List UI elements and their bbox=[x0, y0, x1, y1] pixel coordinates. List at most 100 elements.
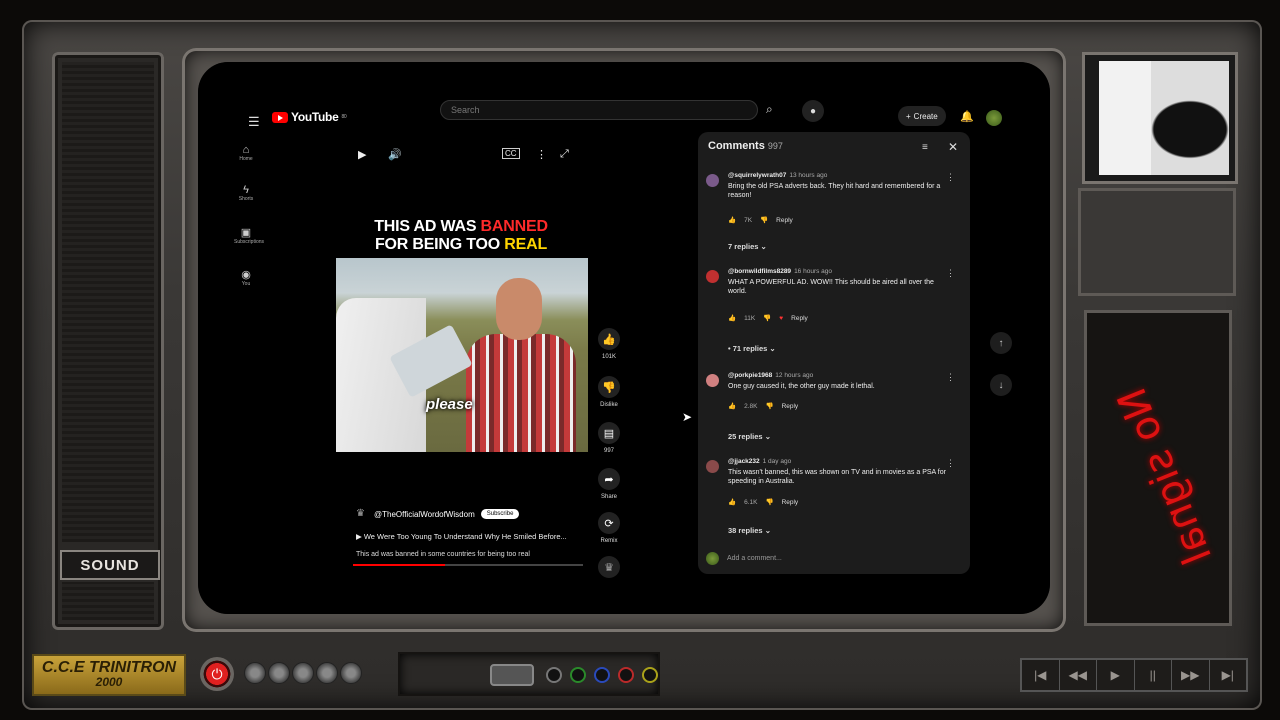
comment-icon: ▤ bbox=[598, 422, 620, 444]
side-panel-box bbox=[1078, 188, 1236, 296]
control-knob[interactable] bbox=[340, 662, 362, 684]
skip-forward-icon[interactable]: ▶| bbox=[1210, 660, 1247, 690]
video-title[interactable]: ▶ We Were Too Young To Understand Why He… bbox=[356, 532, 586, 541]
sidebar-item-you[interactable]: ◉ You bbox=[234, 268, 258, 287]
shorts-icon: ϟ bbox=[243, 184, 249, 196]
dislike-button[interactable]: 👎 Dislike bbox=[596, 376, 622, 408]
tv-control-strip: C.C.E TRINITRON 2000 ⏻ |◀ ◀◀ ▶ || ▶▶ ▶| bbox=[30, 644, 1250, 704]
channel-thumb[interactable]: ♛ bbox=[596, 556, 622, 578]
no-signal-panel: No signal bbox=[1084, 310, 1232, 626]
control-knob[interactable] bbox=[316, 662, 338, 684]
like-button[interactable]: 👍 101K bbox=[596, 328, 622, 360]
sort-icon[interactable]: ≡ bbox=[922, 142, 928, 153]
volume-icon[interactable]: 🔊 bbox=[388, 148, 402, 161]
control-knob[interactable] bbox=[244, 662, 266, 684]
chevron-down-icon: ⌄ bbox=[764, 432, 771, 441]
input-ports-panel bbox=[398, 652, 660, 696]
sidebar-item-shorts[interactable]: ϟ Shorts bbox=[234, 184, 258, 202]
brand-badge: C.C.E TRINITRON 2000 bbox=[32, 654, 186, 696]
pause-icon[interactable]: || bbox=[1135, 660, 1172, 690]
chevron-down-icon: ⌄ bbox=[764, 526, 771, 535]
like-icon[interactable]: 👍 bbox=[728, 314, 736, 322]
channel-avatar-icon[interactable]: ♛ bbox=[356, 508, 368, 520]
video-person bbox=[456, 278, 576, 452]
captions-icon[interactable]: CC bbox=[502, 148, 520, 159]
commenter-avatar[interactable] bbox=[706, 460, 719, 473]
commenter-avatar[interactable] bbox=[706, 270, 719, 283]
subscribe-button[interactable]: Subscribe bbox=[480, 509, 520, 519]
home-icon: ⌂ bbox=[242, 144, 250, 156]
next-video-button[interactable]: ↓ bbox=[990, 374, 1012, 396]
rewind-icon[interactable]: ◀◀ bbox=[1060, 660, 1097, 690]
left-speaker-panel: SOUND bbox=[52, 52, 164, 630]
play-icon[interactable]: ▶ bbox=[1097, 660, 1135, 690]
control-knob[interactable] bbox=[292, 662, 314, 684]
reply-button[interactable]: Reply bbox=[782, 499, 799, 506]
port-jack bbox=[594, 667, 610, 683]
arrow-down-icon: ↓ bbox=[998, 379, 1004, 391]
close-icon[interactable]: ✕ bbox=[948, 140, 958, 154]
dislike-icon[interactable]: 👎 bbox=[765, 498, 773, 506]
port-jack bbox=[546, 667, 562, 683]
play-icon[interactable]: ▶ bbox=[358, 148, 366, 161]
commenter-avatar[interactable] bbox=[706, 374, 719, 387]
replies-toggle[interactable]: • 71 replies ⌄ bbox=[728, 344, 776, 353]
arrow-up-icon: ↑ bbox=[998, 337, 1004, 349]
tv-screen: ☰ YouTube 80 Search ⌕ ● + Create 🔔 ⌂ Home … bbox=[198, 62, 1050, 614]
youtube-logo[interactable]: YouTube 80 bbox=[272, 110, 347, 124]
remix-button[interactable]: ⟳ Remix bbox=[596, 512, 622, 544]
replies-toggle[interactable]: 25 replies ⌄ bbox=[728, 432, 771, 441]
video-frame[interactable]: please bbox=[336, 258, 588, 452]
search-icon[interactable]: ⌕ bbox=[766, 102, 773, 117]
avatar[interactable] bbox=[986, 110, 1002, 126]
control-knob[interactable] bbox=[268, 662, 290, 684]
plus-icon: + bbox=[906, 111, 911, 121]
dislike-icon: 👎 bbox=[598, 376, 620, 398]
speaker-grille bbox=[62, 62, 154, 542]
mouse-cursor-icon: ➤ bbox=[682, 410, 693, 424]
previous-video-button[interactable]: ↑ bbox=[990, 332, 1012, 354]
like-icon[interactable]: 👍 bbox=[728, 402, 736, 410]
port-jack bbox=[570, 667, 586, 683]
dislike-icon[interactable]: 👎 bbox=[763, 314, 771, 322]
more-options-icon[interactable]: ⋮ bbox=[536, 148, 547, 161]
share-button[interactable]: ➦ Share bbox=[596, 468, 622, 500]
like-icon: 👍 bbox=[598, 328, 620, 350]
player-controls: ▶ 🔊 CC ⋮ ⤢ bbox=[358, 148, 578, 168]
power-icon: ⏻ bbox=[211, 665, 223, 682]
dislike-icon[interactable]: 👎 bbox=[765, 402, 773, 410]
mic-icon[interactable]: ● bbox=[802, 100, 824, 122]
comments-button[interactable]: ▤ 997 bbox=[596, 422, 622, 454]
video-description: This ad was banned in some countries for… bbox=[356, 551, 530, 558]
reply-button[interactable]: Reply bbox=[782, 403, 799, 410]
bell-icon[interactable]: 🔔 bbox=[960, 110, 974, 123]
share-icon: ➦ bbox=[598, 468, 620, 490]
like-icon[interactable]: 👍 bbox=[728, 498, 736, 506]
commenter-avatar[interactable] bbox=[706, 174, 719, 187]
sidebar-item-home[interactable]: ⌂ Home bbox=[234, 144, 258, 162]
skip-back-icon[interactable]: |◀ bbox=[1022, 660, 1060, 690]
dislike-icon[interactable]: 👎 bbox=[760, 216, 768, 224]
mini-monitor bbox=[1082, 52, 1238, 184]
replies-toggle[interactable]: 7 replies ⌄ bbox=[728, 242, 767, 251]
sidebar-item-subscriptions[interactable]: ▣ Subscriptions bbox=[234, 226, 264, 245]
reply-button[interactable]: Reply bbox=[791, 315, 808, 322]
crown-icon: ♛ bbox=[598, 556, 620, 578]
right-side-panel: No signal bbox=[1078, 48, 1238, 632]
fullscreen-icon[interactable]: ⤢ bbox=[560, 148, 569, 161]
power-button[interactable]: ⏻ bbox=[200, 657, 234, 691]
play-small-icon: ▶ bbox=[356, 532, 364, 541]
video-progress-bar[interactable] bbox=[353, 564, 583, 566]
fast-forward-icon[interactable]: ▶▶ bbox=[1172, 660, 1210, 690]
add-comment-field[interactable]: Add a comment... bbox=[706, 552, 946, 565]
menu-icon[interactable]: ☰ bbox=[248, 114, 260, 130]
reply-button[interactable]: Reply bbox=[776, 217, 793, 224]
like-icon[interactable]: 👍 bbox=[728, 216, 736, 224]
progress-fill bbox=[353, 564, 445, 566]
remix-icon: ⟳ bbox=[598, 512, 620, 534]
create-button[interactable]: + Create bbox=[898, 106, 946, 126]
channel-name[interactable]: @TheOfficialWordofWisdom bbox=[374, 510, 475, 519]
replies-toggle[interactable]: 38 replies ⌄ bbox=[728, 526, 771, 535]
port-jack bbox=[642, 667, 658, 683]
search-input[interactable]: Search bbox=[440, 100, 758, 120]
